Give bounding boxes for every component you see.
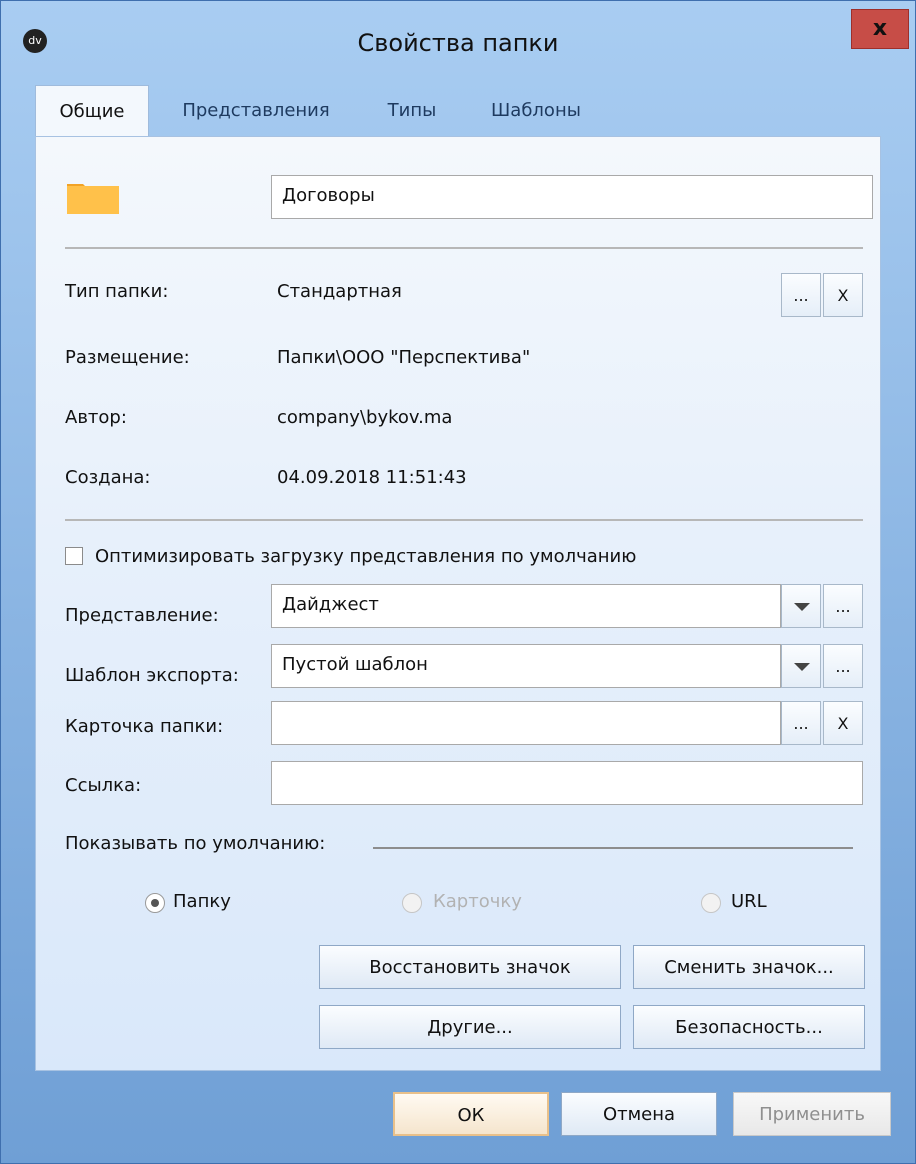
chevron-down-icon	[794, 663, 810, 671]
folder-card-input[interactable]	[271, 701, 781, 745]
folder-type-value: Стандартная	[277, 281, 402, 302]
tab-general[interactable]: Общие	[35, 85, 149, 137]
tab-templates[interactable]: Шаблоны	[475, 85, 597, 137]
folder-card-label: Карточка папки:	[65, 716, 224, 737]
link-label: Ссылка:	[65, 775, 142, 796]
radio-selected-dot	[151, 899, 159, 907]
folder-type-clear-button[interactable]: X	[823, 273, 863, 317]
view-browse-button[interactable]: ...	[823, 584, 863, 628]
separator-middle	[65, 519, 863, 521]
show-default-label: Показывать по умолчанию:	[65, 833, 326, 854]
author-label: Автор:	[65, 407, 127, 428]
placement-value: Папки\ООО "Перспектива"	[277, 347, 531, 368]
tab-views[interactable]: Представления	[165, 85, 347, 137]
folder-icon	[67, 184, 119, 214]
show-url-radio	[701, 893, 721, 913]
show-card-label: Карточку	[433, 891, 522, 912]
folder-type-label: Тип папки:	[65, 281, 169, 302]
folder-card-browse-button[interactable]: ...	[781, 701, 821, 745]
chevron-down-icon	[794, 603, 810, 611]
security-button[interactable]: Безопасность...	[633, 1005, 865, 1049]
other-button[interactable]: Другие...	[319, 1005, 621, 1049]
apply-button: Применить	[733, 1092, 891, 1136]
show-card-radio	[402, 893, 422, 913]
placement-label: Размещение:	[65, 347, 190, 368]
link-input[interactable]	[271, 761, 863, 805]
tab-types[interactable]: Типы	[367, 85, 457, 137]
close-button[interactable]: x	[851, 9, 909, 49]
created-label: Создана:	[65, 467, 151, 488]
folder-properties-window: dv Свойства папки x Общие Представления …	[0, 0, 916, 1164]
folder-card-clear-button[interactable]: X	[823, 701, 863, 745]
change-icon-button[interactable]: Сменить значок...	[633, 945, 865, 989]
optimize-label[interactable]: Оптимизировать загрузку представления по…	[95, 546, 636, 567]
export-template-browse-button[interactable]: ...	[823, 644, 863, 688]
restore-icon-button[interactable]: Восстановить значок	[319, 945, 621, 989]
created-value: 04.09.2018 11:51:43	[277, 467, 467, 488]
title-bar: dv Свойства папки x	[1, 1, 915, 81]
ok-button[interactable]: ОК	[393, 1092, 549, 1136]
show-url-label: URL	[731, 891, 767, 912]
show-folder-label[interactable]: Папку	[173, 891, 231, 912]
author-value: company\bykov.ma	[277, 407, 453, 428]
view-select[interactable]: Дайджест	[271, 584, 781, 628]
show-default-separator	[373, 847, 853, 849]
show-folder-radio[interactable]	[145, 893, 165, 913]
folder-type-browse-button[interactable]: ...	[781, 273, 821, 317]
optimize-checkbox[interactable]	[65, 547, 83, 565]
window-title: Свойства папки	[357, 29, 559, 57]
export-template-label: Шаблон экспорта:	[65, 665, 239, 686]
cancel-button[interactable]: Отмена	[561, 1092, 717, 1136]
view-dropdown-button[interactable]	[781, 584, 821, 628]
view-label: Представление:	[65, 605, 219, 626]
export-template-dropdown-button[interactable]	[781, 644, 821, 688]
export-template-select[interactable]: Пустой шаблон	[271, 644, 781, 688]
folder-name-input[interactable]: Договоры	[271, 175, 873, 219]
separator-top	[65, 247, 863, 249]
